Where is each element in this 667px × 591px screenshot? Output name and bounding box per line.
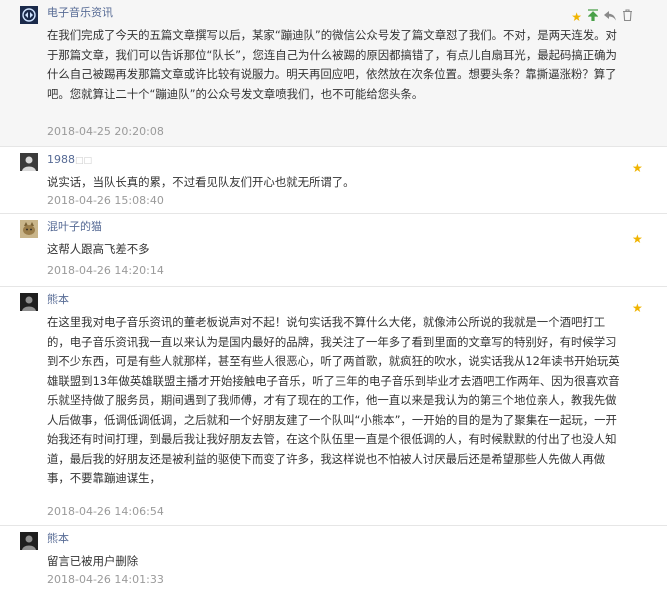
- comment-text: 这帮人跟高飞差不多: [47, 242, 150, 256]
- star-icon[interactable]: ★: [632, 232, 643, 246]
- author-name-text: 1988: [47, 153, 75, 166]
- comment-item: 1988□□ ★ 说实话，当队长真的累，不过看见队友们开心也就无所谓了。 201…: [0, 146, 667, 213]
- comment-time: 2018-04-26 14:20:14: [47, 264, 164, 277]
- comment-time: 2018-04-26 15:08:40: [47, 194, 164, 207]
- comment-time: 2018-04-26 14:06:54: [47, 505, 164, 518]
- comment-text: 在我们完成了今天的五篇文章撰写以后，某家“蹦迪队”的微信公众号发了篇文章怼了我们…: [47, 28, 617, 101]
- author-logo-icon: [20, 6, 38, 24]
- star-icon[interactable]: ★: [632, 301, 643, 315]
- comment-author-name[interactable]: 电子音乐资讯: [47, 5, 113, 21]
- comment-author-name[interactable]: 混叶子的猫: [47, 219, 102, 235]
- star-icon[interactable]: ★: [571, 10, 582, 24]
- comment-time: 2018-04-26 14:01:33: [47, 573, 164, 586]
- user-photo-icon: [20, 293, 38, 311]
- comment-author-name[interactable]: 熊本: [47, 292, 69, 308]
- star-icon[interactable]: ★: [632, 161, 643, 175]
- user-photo-icon: [20, 532, 38, 550]
- comment-item: 电子音乐资讯 ★ 在我们完成了今天的五篇文章撰写以后，某家“蹦迪队”的微信公众号…: [0, 0, 667, 146]
- comment-item: 熊本 ★ 在这里我对电子音乐资讯的董老板说声对不起！说句实话我不算什么大佬，就像…: [0, 286, 667, 525]
- comment-author-name[interactable]: 熊本: [47, 531, 69, 547]
- delete-icon[interactable]: [622, 9, 633, 24]
- user-photo-icon: [20, 153, 38, 171]
- comment-text: 说实话，当队长真的累，不过看见队友们开心也就无所谓了。: [47, 175, 355, 189]
- comment-time: 2018-04-25 20:20:08: [47, 125, 164, 138]
- comment-deleted-text: 留言已被用户删除: [47, 554, 139, 568]
- name-symbol: □□: [75, 156, 93, 166]
- comment-item: 熊本 留言已被用户删除 2018-04-26 14:01:33: [0, 525, 667, 591]
- pin-top-icon[interactable]: [587, 9, 599, 24]
- comment-item: 混叶子的猫 ★ 这帮人跟高飞差不多 2018-04-26 14:20:14: [0, 213, 667, 286]
- comment-author-name[interactable]: 1988□□: [47, 152, 92, 169]
- cat-photo-icon: [20, 220, 38, 238]
- comment-text: 在这里我对电子音乐资讯的董老板说声对不起！说句实话我不算什么大佬，就像沛公所说的…: [47, 315, 620, 485]
- comment-actions: ★: [571, 9, 633, 24]
- reply-icon[interactable]: [604, 10, 616, 24]
